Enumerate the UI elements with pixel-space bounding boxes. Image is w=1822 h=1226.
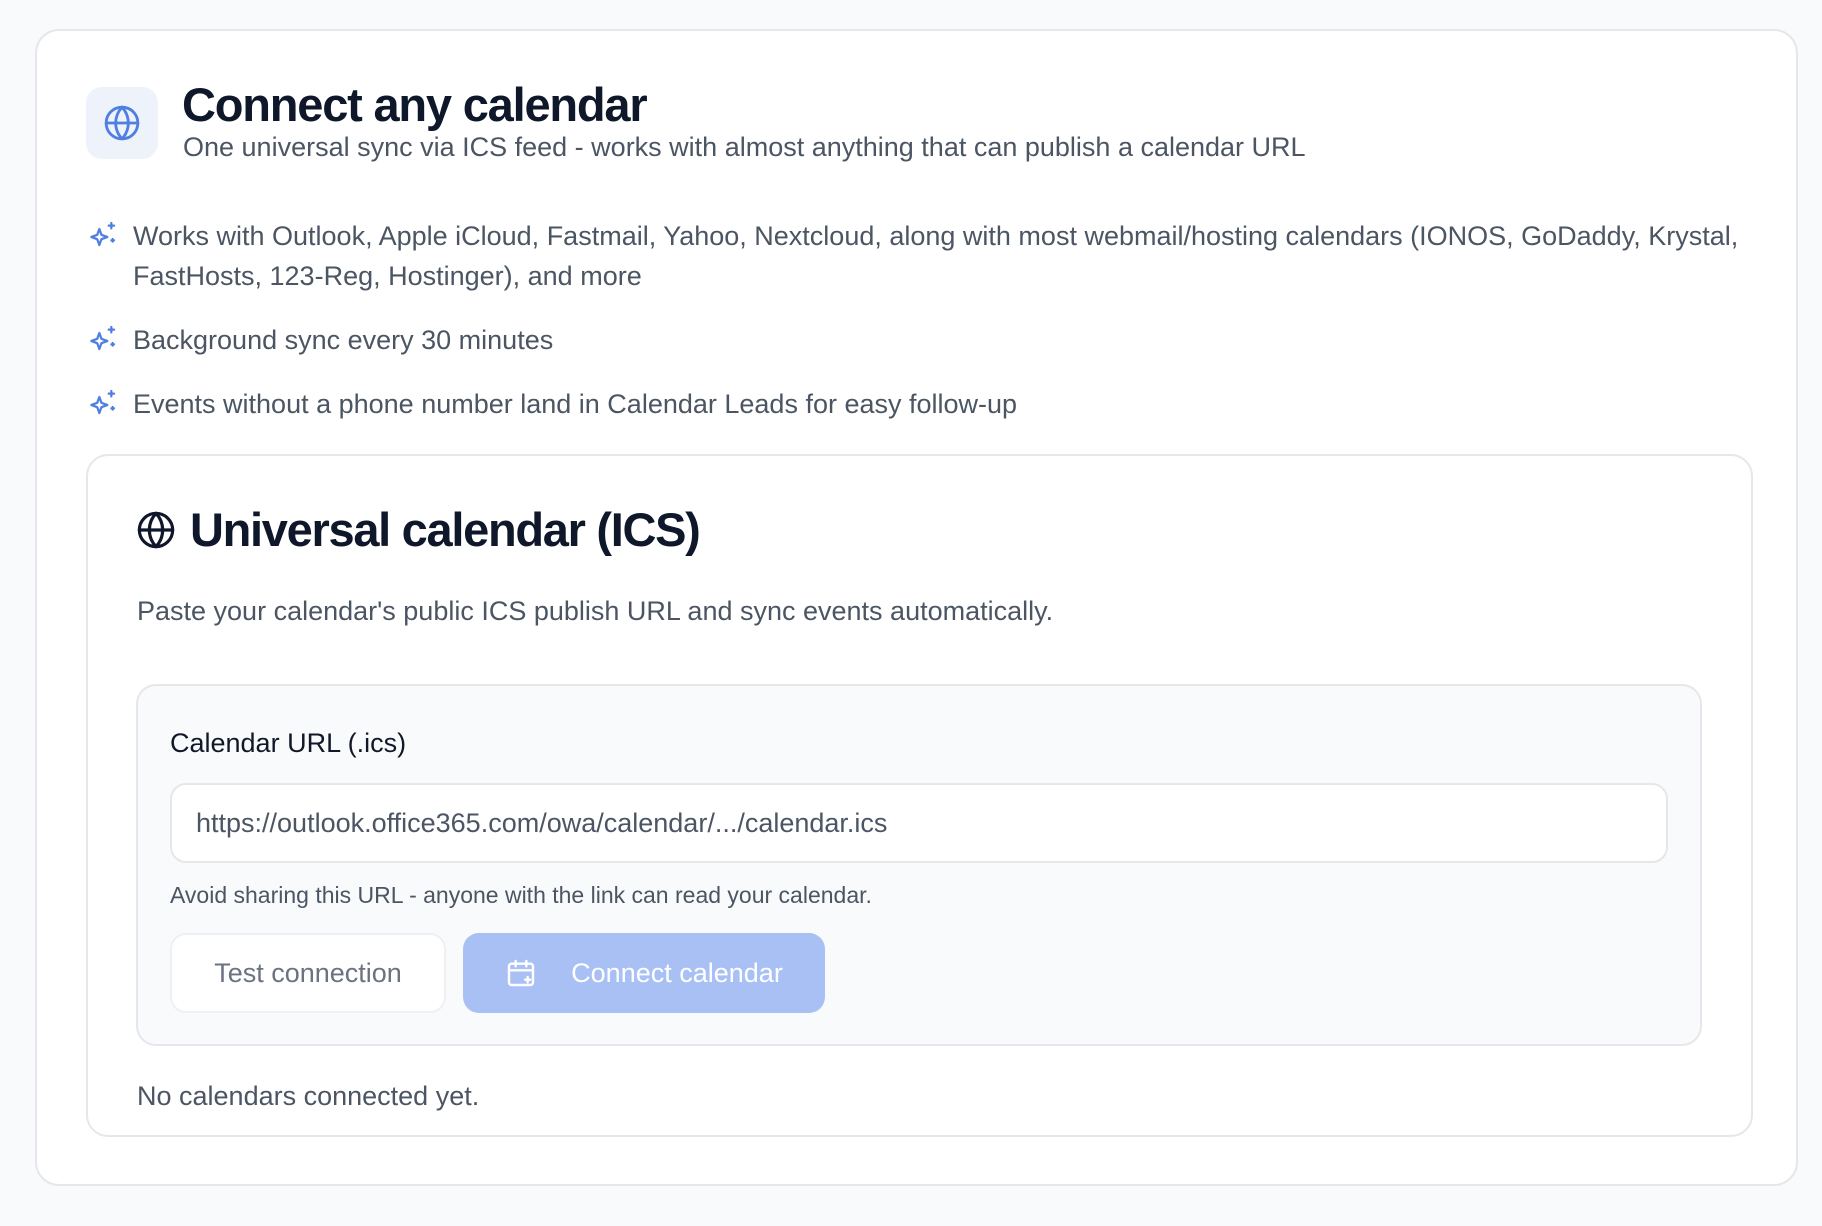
sparkles-icon [90, 325, 116, 351]
empty-state-text: No calendars connected yet. [137, 1081, 480, 1111]
feature-text: Events without a phone number land in Ca… [133, 389, 1018, 419]
globe-icon [104, 105, 140, 141]
panel-title: Universal calendar (ICS) [190, 503, 701, 556]
header-globe-badge [86, 87, 158, 159]
feature-text: Background sync every 30 minutes [133, 325, 554, 355]
calendar-url-input[interactable] [170, 783, 1668, 863]
sparkles-icon [90, 389, 116, 415]
connect-calendar-label: Connect calendar [571, 957, 783, 988]
connect-calendar-button[interactable]: Connect calendar [463, 933, 825, 1013]
test-connection-button[interactable]: Test connection [170, 933, 446, 1013]
feature-text: Works with Outlook, Apple iCloud, Fastma… [133, 221, 1739, 291]
page-subtitle: One universal sync via ICS feed - works … [183, 132, 1306, 162]
url-hint: Avoid sharing this URL - anyone with the… [170, 882, 872, 908]
calendar-plus-icon [505, 957, 537, 989]
calendar-url-label: Calendar URL (.ics) [170, 728, 407, 758]
sparkles-icon [90, 221, 116, 247]
panel-title-row: Universal calendar (ICS) [136, 502, 701, 558]
connect-calendar-card: Connect any calendar One universal sync … [35, 29, 1798, 1186]
panel-description: Paste your calendar's public ICS publish… [137, 596, 1054, 626]
page-title: Connect any calendar [182, 78, 648, 131]
ics-form: Calendar URL (.ics) Avoid sharing this U… [136, 684, 1702, 1046]
globe-icon [137, 511, 175, 549]
ics-panel: Universal calendar (ICS) Paste your cale… [86, 454, 1753, 1137]
